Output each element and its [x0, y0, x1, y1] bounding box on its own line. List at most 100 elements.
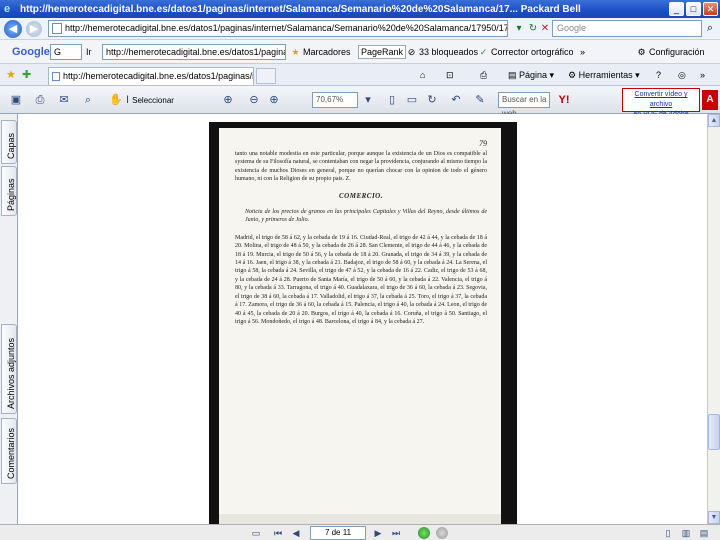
close-button[interactable]: ✕	[703, 2, 718, 16]
home-icon[interactable]: ⌂	[420, 68, 425, 82]
document-viewer[interactable]: 79 tanto una notable modestia en este pa…	[19, 114, 707, 524]
scroll-down-icon[interactable]: ▼	[708, 511, 720, 524]
web-search-field[interactable]: Buscar en la web	[498, 92, 550, 118]
scanned-page: 79 tanto una notable modestia en este pa…	[219, 128, 501, 524]
print-icon[interactable]: ⎙	[32, 92, 48, 108]
tab-pages[interactable]: Páginas	[1, 166, 17, 216]
tools-menu[interactable]: ⚙ Herramientas ▾	[568, 68, 640, 82]
scanned-page-frame: 79 tanto una notable modestia en este pa…	[209, 122, 517, 524]
google-logo[interactable]: Google	[12, 45, 50, 59]
sign-icon[interactable]: ✎	[472, 92, 488, 108]
page-navigation-bar: ▭ ⏮ ◀ 7 de 11 ▶ ⏭ ▯ ▥ ▤	[0, 524, 720, 540]
more-button[interactable]: »	[580, 45, 585, 59]
page-icon	[52, 23, 62, 34]
go-button[interactable]: Ir	[86, 45, 92, 59]
zoom-in-icon[interactable]: ⊕	[266, 92, 282, 108]
active-tab[interactable]: http://hemerotecadigital.bne.es/datos1/p…	[48, 67, 254, 85]
tab-comments-label: Comentarios	[6, 427, 16, 479]
star-icon: ★	[291, 46, 300, 57]
fit-page-icon[interactable]: ▯	[384, 92, 400, 108]
settings-button[interactable]: ⚙ Configuración	[636, 45, 705, 59]
help-icon[interactable]: ?	[656, 68, 661, 82]
body-paragraph: tanto una notable modestia en este parti…	[235, 150, 487, 184]
maximize-button[interactable]: □	[686, 2, 701, 16]
page-menu-label: Página	[519, 70, 548, 80]
previous-page-icon[interactable]: ◀	[290, 527, 302, 539]
yahoo-icon[interactable]: Y!	[556, 92, 572, 108]
google-url-box[interactable]: http://hemerotecadigital.bne.es/datos1/p…	[102, 44, 286, 60]
tab-attachments[interactable]: Archivos adjuntos	[1, 324, 17, 414]
internet-explorer-icon: e	[4, 3, 11, 15]
previous-view-icon[interactable]	[418, 527, 430, 539]
tab-comments[interactable]: Comentarios	[1, 418, 17, 484]
fit-width-icon[interactable]: ▭	[404, 92, 420, 108]
page-bottom-edge	[219, 514, 501, 524]
page-icon	[52, 72, 60, 81]
print-icon[interactable]: ⎙	[480, 68, 487, 82]
address-url: http://hemerotecadigital.bne.es/datos1/p…	[65, 23, 508, 33]
zoom-out-icon[interactable]: ⊖	[246, 92, 262, 108]
new-tab-button[interactable]	[256, 68, 276, 84]
pagerank-indicator[interactable]: PageRank	[358, 45, 407, 59]
paragraph-signature: Z.	[345, 176, 351, 183]
popup-blocker-button[interactable]: ⊘ 33 bloqueados	[406, 45, 478, 59]
add-favorites-icon[interactable]: ✚	[22, 68, 31, 81]
back-button[interactable]: ◀	[4, 19, 22, 38]
stop-icon[interactable]: ✕	[538, 22, 552, 36]
next-view-icon[interactable]	[436, 527, 448, 539]
last-page-icon[interactable]: ⏭	[390, 527, 402, 539]
settings-label: Configuración	[649, 47, 705, 57]
more-commands-icon[interactable]: »	[700, 68, 705, 82]
first-page-icon[interactable]: ⏮	[272, 527, 284, 539]
feeds-icon[interactable]: ⊡	[446, 68, 454, 82]
select-tool[interactable]: I Seleccionar	[126, 92, 186, 108]
select-tool-label: Seleccionar	[132, 96, 174, 105]
scroll-thumb[interactable]	[708, 414, 720, 450]
favorites-star-icon[interactable]: ★	[6, 68, 16, 81]
tab-attachments-label: Archivos adjuntos	[6, 337, 16, 409]
google-toolbar: Google G Ir http://hemerotecadigital.bne…	[0, 40, 720, 64]
popup-blocker-label: 33 bloqueados	[419, 47, 479, 57]
zoom-dropdown-icon[interactable]: ▾	[360, 92, 376, 108]
rotate-icon[interactable]: ↻	[424, 92, 440, 108]
undo-icon[interactable]: ↶	[448, 92, 464, 108]
zoom-icon[interactable]: ⊕	[220, 92, 236, 108]
search-icon[interactable]: ⌕	[703, 21, 717, 35]
single-page-layout-icon[interactable]: ▯	[662, 527, 674, 539]
grain-prices-text: Madrid, el trigo de 58 á 62, y la cebada…	[235, 234, 487, 325]
adobe-convert-link[interactable]: Convertir vídeo y archivo en PDF de Adob…	[622, 88, 700, 118]
page-menu[interactable]: ▤ Página ▾	[508, 68, 554, 82]
search-input[interactable]: Google	[552, 20, 702, 37]
research-icon[interactable]: ◎	[678, 68, 686, 82]
vertical-scrollbar[interactable]: ▲ ▼	[707, 114, 720, 524]
tab-layers-label: Capas	[6, 132, 16, 159]
hand-tool-icon[interactable]: ✋	[108, 92, 124, 108]
bookmarks-button[interactable]: ★ Marcadores	[290, 45, 351, 59]
page-menu-icon: ▤	[508, 70, 520, 80]
spellcheck-button[interactable]: ✓ Corrector ortográfico	[478, 45, 574, 59]
google-search-box[interactable]: G	[50, 44, 82, 60]
paragraph-text: tanto una notable modestia en este parti…	[235, 151, 487, 183]
search-icon[interactable]: ⌕	[80, 92, 96, 108]
email-icon[interactable]: ✉	[56, 92, 72, 108]
next-page-icon[interactable]: ▶	[372, 527, 384, 539]
section-notice: Noticia de los precios de granos en las …	[245, 209, 487, 224]
tab-layers[interactable]: Capas	[1, 120, 17, 164]
scroll-up-icon[interactable]: ▲	[708, 114, 720, 127]
save-icon[interactable]: ▣	[8, 92, 24, 108]
forward-button[interactable]: ▶	[26, 20, 42, 37]
minimize-button[interactable]: _	[669, 2, 684, 16]
page-number-field[interactable]: 7 de 11	[310, 526, 366, 540]
tools-menu-icon: ⚙	[568, 70, 579, 80]
dropdown-arrow-icon[interactable]: ▾	[512, 22, 526, 36]
zoom-field[interactable]: 70,67%	[312, 92, 358, 108]
continuous-layout-icon[interactable]: ▥	[680, 527, 692, 539]
adobe-logo-icon: A	[702, 90, 718, 110]
tab-title: http://hemerotecadigital.bne.es/datos1/p…	[63, 71, 254, 81]
blocker-icon: ⊘	[407, 46, 416, 57]
address-bar[interactable]: http://hemerotecadigital.bne.es/datos1/p…	[48, 20, 508, 37]
bookmarks-label: Marcadores	[303, 47, 351, 57]
tab-bar: ★ ✚ http://hemerotecadigital.bne.es/dato…	[0, 64, 720, 86]
spellcheck-icon: ✓	[479, 46, 488, 57]
facing-layout-icon[interactable]: ▤	[698, 527, 710, 539]
